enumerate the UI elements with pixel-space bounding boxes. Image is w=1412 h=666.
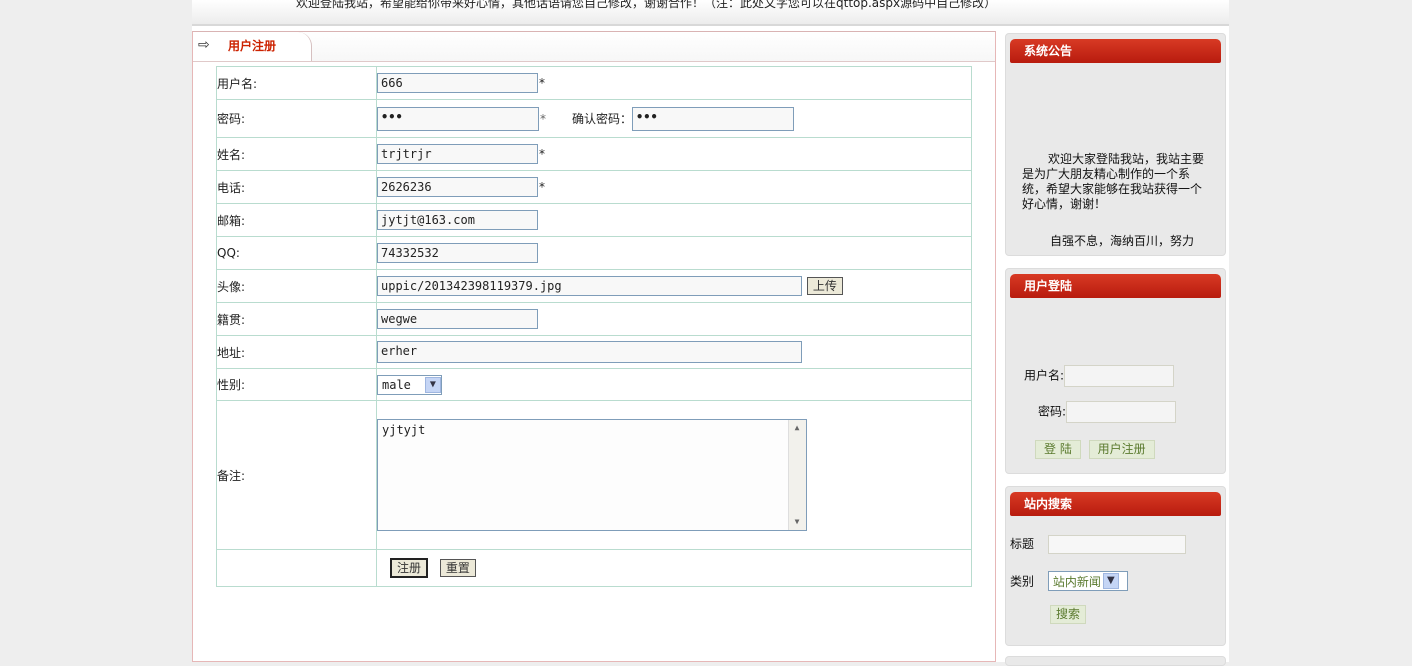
remark-label: 备注:	[216, 400, 377, 550]
login-password-label: 密码:	[1038, 404, 1067, 419]
tab-register-label: 用户注册	[228, 39, 277, 53]
remark-text: yjtyjt	[382, 423, 426, 437]
page: 欢迎登陆我站，希望能给你带来好心情，其他话语请您自己修改，谢谢合作！（注：此处文…	[192, 0, 1229, 666]
address-input[interactable]: erher	[377, 341, 802, 363]
scroll-up-icon[interactable]: ▲	[790, 421, 804, 435]
arrow-right-icon: ⇨	[198, 37, 210, 53]
search-title-label: 标题	[1010, 537, 1035, 551]
remark-textarea[interactable]: yjtyjt ▲ ▼	[377, 419, 807, 531]
search-title-input[interactable]	[1047, 535, 1186, 554]
announcement-title: 系统公告	[1010, 39, 1221, 63]
password-label: 密码:	[216, 99, 377, 138]
announcement-motto: 自强不息，海纳百川，努力	[1050, 234, 1195, 248]
search-category-label: 类别	[1010, 574, 1035, 589]
required-mark: *	[539, 147, 545, 161]
login-buttons: 登 陆 用户注册	[1035, 440, 1155, 459]
login-username-input[interactable]	[1064, 365, 1175, 387]
login-box: 用户登陆 用户名: 密码: 登 陆 用户注册	[1005, 268, 1226, 474]
empty-cell	[216, 549, 377, 587]
search-box: 站内搜索 标题 类别 站内新闻 ▼ 搜索	[1005, 486, 1226, 646]
login-username-row: 用户名:	[1024, 365, 1175, 387]
avatar-input[interactable]: uppic/201342398119379.jpg	[377, 276, 802, 296]
header-notice: 欢迎登陆我站，希望能给你带来好心情，其他话语请您自己修改，谢谢合作！（注：此处文…	[296, 0, 997, 10]
announcement-box: 系统公告 欢迎大家登陆我站，我站主要是为广大朋友精心制作的一个系统，希望大家能够…	[1005, 33, 1226, 256]
search-button[interactable]: 搜索	[1050, 605, 1087, 624]
scroll-down-icon[interactable]: ▼	[790, 515, 804, 529]
gender-label: 性别:	[216, 368, 377, 401]
upload-button[interactable]: 上传	[806, 277, 843, 295]
password-input[interactable]: •••	[377, 106, 539, 131]
textarea-scrollbar[interactable]: ▲ ▼	[788, 420, 806, 530]
hometown-input[interactable]: wegwe	[377, 309, 538, 329]
email-label: 邮箱:	[216, 203, 377, 237]
register-form: 用户名: 666 * 密码: ••• * 确认密码： ••• 姓名: trjtrjr * …	[216, 66, 972, 587]
announcement-text: 欢迎大家登陆我站，我站主要是为广大朋友精心制作的一个系统，希望大家能够在我站获得…	[1022, 152, 1205, 211]
panel-header: ⇨ 用户注册	[193, 32, 995, 62]
search-title: 站内搜索	[1010, 492, 1221, 516]
realname-label: 姓名:	[216, 137, 377, 171]
register-panel: ⇨ 用户注册 用户名: 666 * 密码: ••• * 确认密码： ••• 姓名: tr…	[192, 31, 996, 662]
confirm-password-input[interactable]: •••	[632, 106, 795, 131]
search-category-value: 站内新闻	[1052, 574, 1101, 589]
realname-input[interactable]: trjtrjr	[377, 144, 538, 164]
chevron-down-icon[interactable]: ▼	[1102, 573, 1119, 589]
required-mark: *	[539, 76, 545, 90]
avatar-label: 头像:	[216, 269, 377, 303]
gender-select[interactable]: male ▼	[377, 374, 442, 395]
search-title-row: 标题	[1010, 535, 1186, 554]
top-bar: 欢迎登陆我站，希望能给你带来好心情，其他话语请您自己修改，谢谢合作！（注：此处文…	[192, 0, 1229, 26]
search-category-row: 类别 站内新闻 ▼	[1010, 571, 1128, 591]
search-category-select[interactable]: 站内新闻 ▼	[1047, 571, 1128, 591]
username-input[interactable]: 666	[377, 73, 538, 93]
login-password-row: 密码:	[1038, 401, 1177, 423]
confirm-password-label: 确认密码：	[572, 112, 633, 126]
qq-input[interactable]: 74332532	[377, 243, 538, 263]
username-label: 用户名:	[216, 66, 377, 100]
phone-label: 电话:	[216, 170, 377, 204]
required-mark: *	[540, 111, 546, 126]
required-mark: *	[539, 180, 545, 194]
chevron-down-icon[interactable]: ▼	[424, 376, 441, 393]
search-button-row: 搜索	[1050, 605, 1087, 624]
register-link-button[interactable]: 用户注册	[1088, 440, 1155, 459]
email-input[interactable]: jytjt@163.com	[377, 210, 538, 230]
phone-input[interactable]: 2626236	[377, 177, 538, 197]
tab-register[interactable]: ⇨ 用户注册	[193, 32, 312, 61]
next-box	[1005, 656, 1226, 666]
reset-button[interactable]: 重置	[439, 559, 476, 577]
login-button[interactable]: 登 陆	[1035, 440, 1081, 459]
submit-button[interactable]: 注册	[390, 558, 429, 578]
login-password-input[interactable]	[1066, 401, 1177, 423]
login-title: 用户登陆	[1010, 274, 1221, 298]
hometown-label: 籍贯:	[216, 302, 377, 336]
login-username-label: 用户名:	[1024, 368, 1065, 383]
address-label: 地址:	[216, 335, 377, 369]
qq-label: QQ:	[216, 236, 377, 270]
gender-select-value: male	[382, 377, 411, 392]
